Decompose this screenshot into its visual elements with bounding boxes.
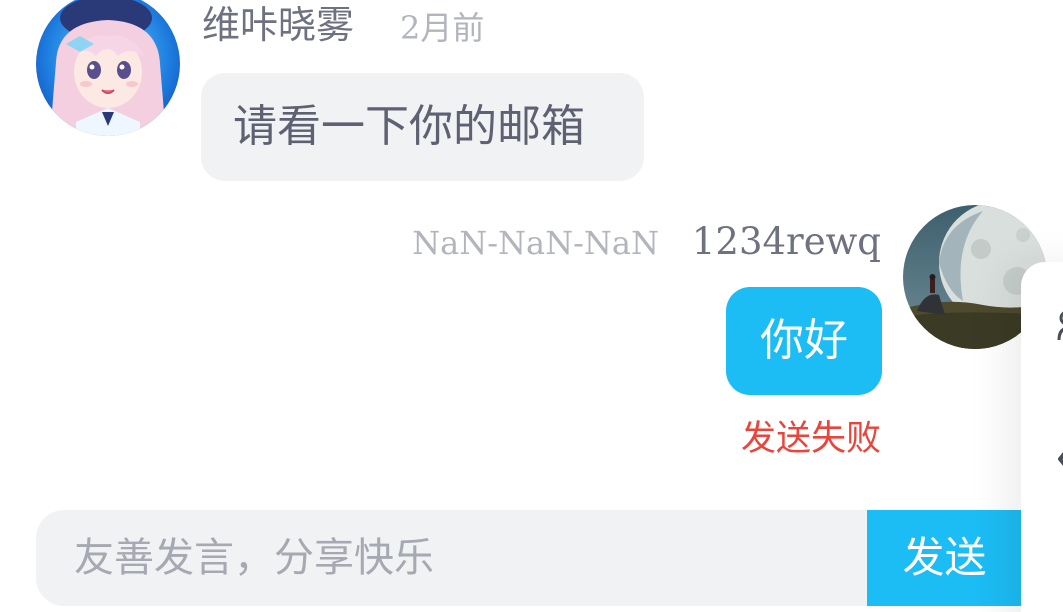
floating-side-panel <box>1021 262 1063 612</box>
anime-girl-avatar-image <box>36 0 180 136</box>
incoming-message-bubble: 请看一下你的邮箱 <box>201 73 644 181</box>
message-input[interactable] <box>36 510 867 606</box>
outgoing-message-bubble: 你好 <box>726 287 882 395</box>
sender-name: 1234rewq <box>691 220 881 263</box>
send-failed-status[interactable]: 发送失败 <box>741 417 881 461</box>
sender-name: 维咔晓雾 <box>202 3 355 47</box>
chat-screen: 维咔晓雾 2月前 请看一下你的邮箱 NaN-NaN-NaN 1234rewq 你… <box>0 0 1063 612</box>
message-time: 2月前 <box>400 9 485 47</box>
message-composer: 发送 <box>36 510 1022 606</box>
sender-avatar[interactable] <box>36 0 180 136</box>
send-button[interactable]: 发送 <box>867 510 1022 606</box>
back-icon[interactable] <box>1057 444 1063 474</box>
message-time: NaN-NaN-NaN <box>412 224 659 262</box>
user-icon[interactable] <box>1057 310 1063 341</box>
